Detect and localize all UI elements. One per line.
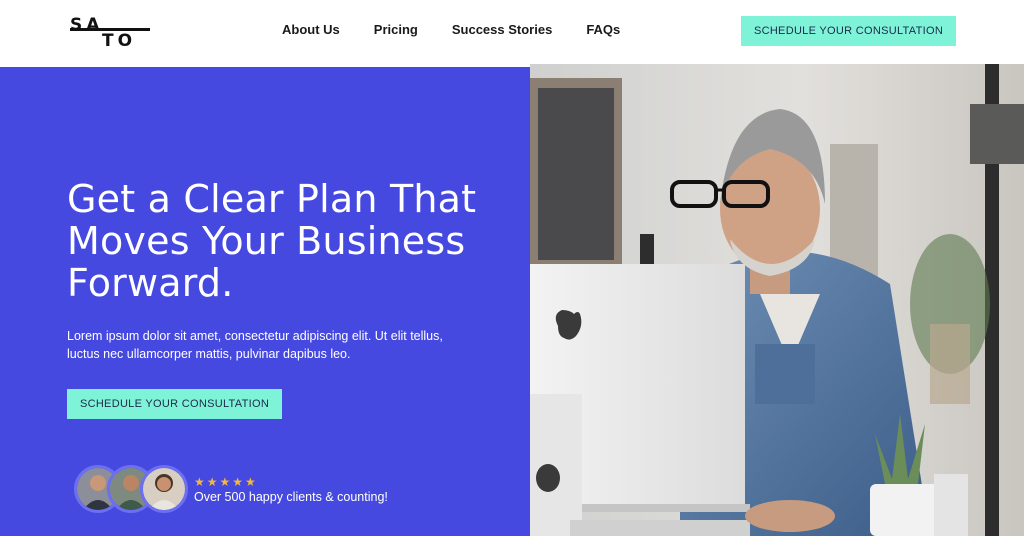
main-nav: About Us Pricing Success Stories FAQs — [282, 22, 620, 37]
hero-schedule-button[interactable]: SCHEDULE YOUR CONSULTATION — [67, 389, 282, 419]
logo[interactable]: SA TO — [70, 15, 150, 51]
logo-text-bottom: TO — [102, 31, 137, 51]
social-proof: ★★★★★ Over 500 happy clients & counting! — [74, 465, 514, 517]
nav-success-stories[interactable]: Success Stories — [452, 22, 552, 37]
logo-text-top: SA — [70, 15, 104, 35]
header-schedule-button[interactable]: SCHEDULE YOUR CONSULTATION — [741, 16, 956, 46]
hero-section: Get a Clear Plan That Moves Your Busines… — [0, 67, 530, 536]
social-proof-text: Over 500 happy clients & counting! — [194, 490, 388, 504]
nav-about-us[interactable]: About Us — [282, 22, 340, 37]
nav-pricing[interactable]: Pricing — [374, 22, 418, 37]
site-header: SA TO About Us Pricing Success Stories F… — [0, 0, 1024, 64]
nav-faqs[interactable]: FAQs — [586, 22, 620, 37]
star-icon: ★★★★★ — [194, 475, 258, 489]
hero-title: Get a Clear Plan That Moves Your Busines… — [67, 177, 477, 305]
avatar — [140, 465, 188, 513]
hero-subtitle: Lorem ipsum dolor sit amet, consectetur … — [67, 329, 443, 361]
hero-photo — [530, 64, 1024, 536]
